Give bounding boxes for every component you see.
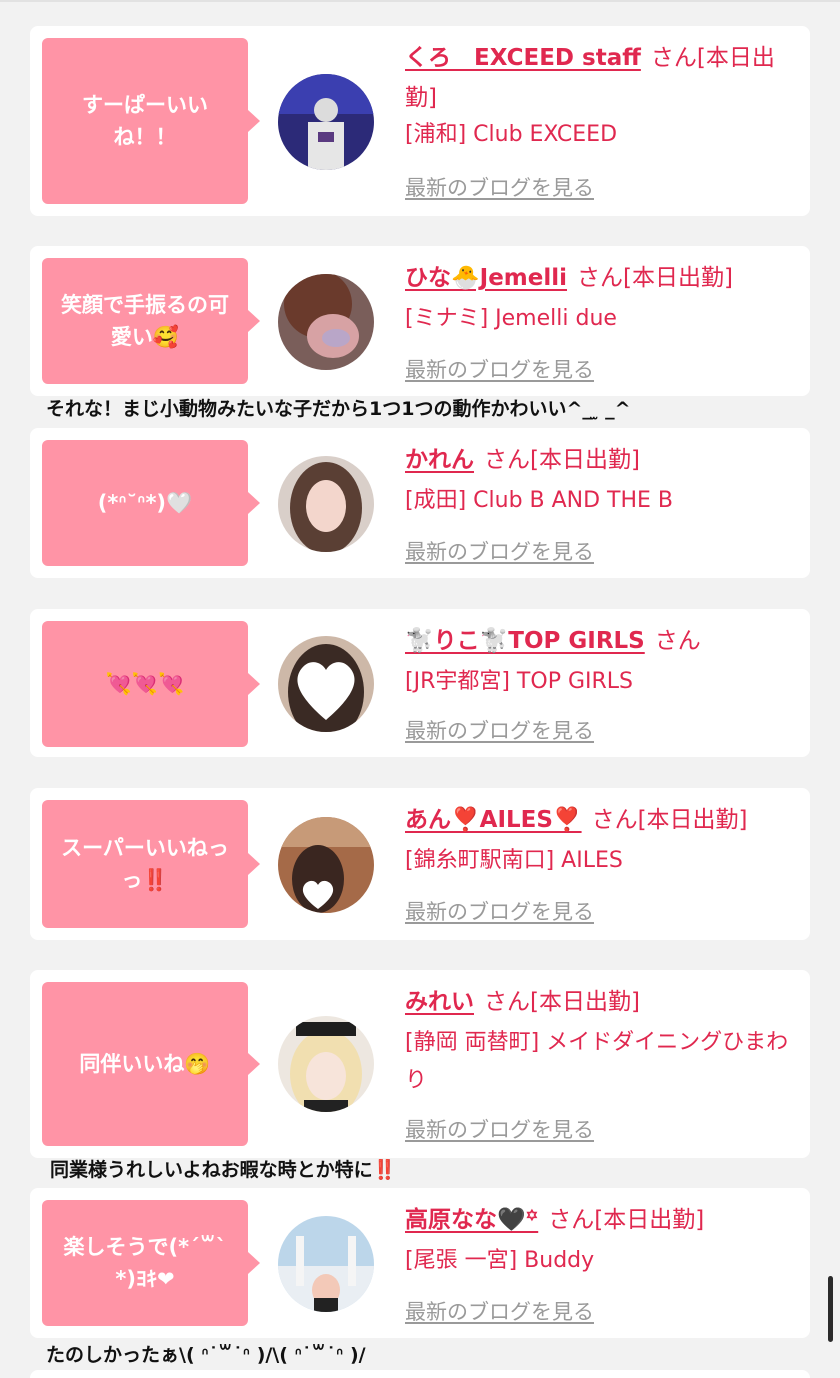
scrollbar[interactable]: [828, 1276, 833, 1342]
staff-name-link[interactable]: かれん: [405, 447, 474, 473]
latest-blog-link[interactable]: 最新のブログを見る: [405, 896, 594, 926]
blog-card: 笑顔で手振るの可愛い🥰 ひな🐣Jemelli さん[本日出勤] [ミナミ] Jem…: [30, 246, 810, 396]
comment-bubble: 💘💘💘: [42, 621, 260, 747]
shop-name: [成田] Club B AND THE B: [405, 488, 674, 513]
staff-name-link[interactable]: みれい: [405, 989, 474, 1015]
staff-name-link[interactable]: あん❣️AILES❣️: [405, 807, 582, 833]
avatar[interactable]: [278, 1016, 374, 1112]
reply-comment: たのしかったぁ\( ᐢ˙꒳​˙ᐢ )/\( ᐢ˙꒳​˙ᐢ )/: [46, 1344, 366, 1366]
reply-comment: それな！まじ小動物みたいな子だから1つ1つの動作かわいい^_ ̫ _^: [46, 398, 631, 420]
avatar[interactable]: [278, 456, 374, 552]
top-divider: [0, 0, 840, 2]
comment-bubble: すーぱーいいね！！: [42, 38, 260, 204]
avatar[interactable]: [278, 274, 374, 370]
shop-name: [尾張 一宮] Buddy: [405, 1248, 595, 1273]
reply-comment: 同業様うれしいよねお暇な時とか特に‼️: [50, 1159, 397, 1181]
comment-bubble: スーパーいいねっっ‼️: [42, 800, 260, 928]
shop-name: [錦糸町駅南口] AILES: [405, 848, 623, 873]
shop-name: [静岡 両替町] メイドダイニングひまわり: [405, 1030, 789, 1093]
blog-card: すーぱーいいね！！ くろ EXCEED staff さん[本日出勤] [浦和] C…: [30, 26, 810, 216]
latest-blog-link[interactable]: 最新のブログを見る: [405, 354, 594, 384]
blog-card: (*ᐢ˘ᐢ*)🤍 かれん さん[本日出勤] [成田] Club B AND THE…: [30, 428, 810, 578]
staff-name-link[interactable]: 高原なな🖤꙳: [405, 1207, 538, 1233]
status-text: さん[本日出勤]: [484, 989, 640, 1015]
comment-bubble: (*ᐢ˘ᐢ*)🤍: [42, 440, 260, 566]
latest-blog-link[interactable]: 最新のブログを見る: [405, 536, 594, 566]
latest-blog-link[interactable]: 最新のブログを見る: [405, 172, 594, 202]
comment-bubble: 楽しそうで(*´꒳`*)ﾖｷ❤: [42, 1200, 260, 1326]
shop-name: [ミナミ] Jemelli due: [405, 306, 617, 331]
latest-blog-link[interactable]: 最新のブログを見る: [405, 1114, 594, 1144]
blog-card: 楽しそうで(*´꒳`*)ﾖｷ❤ 高原なな🖤꙳ さん[本日出勤] [尾張 一宮] B…: [30, 1188, 810, 1338]
status-text: さん[本日出勤]: [484, 447, 640, 473]
blog-card: スーパーいいねっっ‼️ あん❣️AILES❣️ さん[本日出勤] [錦糸町駅南口]…: [30, 788, 810, 940]
staff-name-link[interactable]: ひな🐣Jemelli: [405, 265, 567, 291]
latest-blog-link[interactable]: 最新のブログを見る: [405, 1296, 594, 1326]
status-text: さん: [654, 628, 701, 654]
status-text: さん[本日出勤]: [548, 1207, 705, 1233]
status-text: さん[本日出勤]: [591, 807, 748, 833]
blog-card: 💘💘💘 🐩りこ🐩TOP GIRLS さん [JR宇都宮] TOP GIRLS 最新…: [30, 609, 810, 757]
avatar[interactable]: [278, 817, 374, 913]
avatar[interactable]: [278, 636, 374, 732]
staff-name-link[interactable]: くろ EXCEED staff: [405, 45, 641, 71]
avatar[interactable]: [278, 1216, 374, 1312]
avatar[interactable]: [278, 74, 374, 170]
status-text: さん[本日出勤]: [577, 265, 733, 291]
shop-name: [JR宇都宮] TOP GIRLS: [405, 669, 633, 694]
comment-bubble: 笑顔で手振るの可愛い🥰: [42, 258, 260, 384]
blog-card: 同伴いいね🤭 みれい さん[本日出勤] [静岡 両替町] メイドダイニングひまわり…: [30, 970, 810, 1158]
blog-card-partial: [30, 1370, 810, 1378]
shop-name: [浦和] Club EXCEED: [405, 122, 618, 147]
staff-name-link[interactable]: 🐩りこ🐩TOP GIRLS: [405, 628, 645, 654]
latest-blog-link[interactable]: 最新のブログを見る: [405, 715, 594, 745]
comment-bubble: 同伴いいね🤭: [42, 982, 260, 1146]
